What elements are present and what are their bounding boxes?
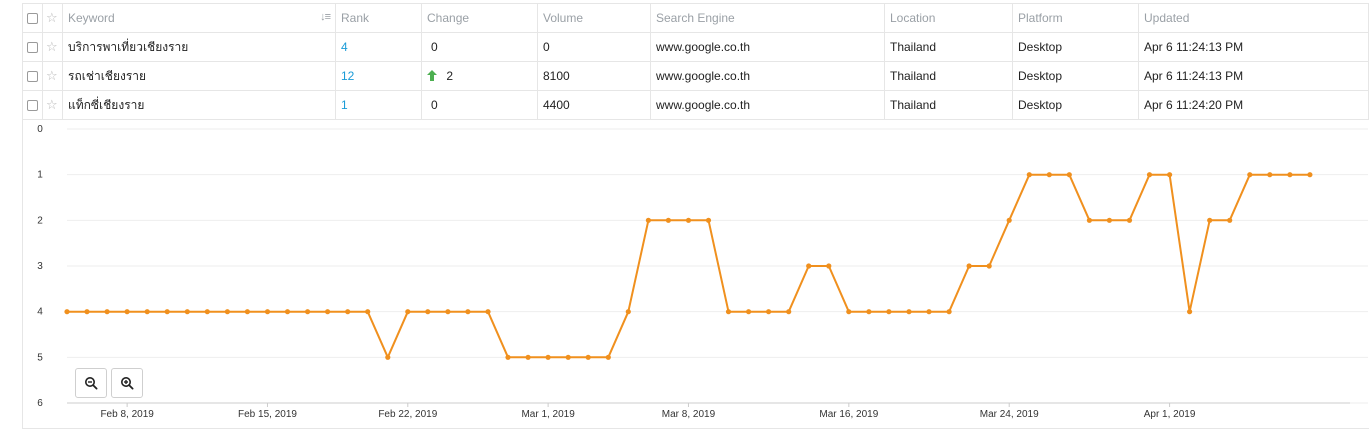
data-point[interactable]: [725, 309, 732, 315]
rank-tracker-view: ☆ Keyword ↓≡ Rank Change Volume Search E…: [0, 0, 1369, 430]
data-point[interactable]: [305, 309, 311, 315]
x-tick-label: Mar 1, 2019: [521, 409, 575, 420]
data-point[interactable]: [425, 309, 431, 315]
x-tick-label: Feb 22, 2019: [378, 409, 437, 420]
data-point[interactable]: [625, 309, 631, 315]
data-point[interactable]: [786, 309, 792, 315]
data-point[interactable]: [665, 217, 672, 223]
data-point[interactable]: [1187, 309, 1193, 315]
data-point[interactable]: [926, 309, 932, 315]
data-point[interactable]: [685, 217, 692, 223]
data-point[interactable]: [986, 263, 992, 269]
data-point[interactable]: [104, 309, 110, 315]
data-point[interactable]: [946, 309, 952, 315]
zoom-in-icon: [121, 377, 134, 390]
zoom-out-button[interactable]: [75, 368, 107, 398]
x-tick-label: Mar 16, 2019: [819, 409, 878, 420]
y-tick-label: 2: [37, 215, 43, 226]
data-point[interactable]: [1207, 217, 1213, 223]
data-point[interactable]: [204, 309, 210, 315]
y-tick-label: 3: [37, 261, 43, 272]
data-point[interactable]: [1167, 172, 1173, 178]
y-tick-label: 1: [37, 170, 43, 181]
y-axis-ticks: 0 1 2 3 4 5 6: [37, 124, 43, 409]
data-point[interactable]: [866, 309, 872, 315]
data-point[interactable]: [405, 309, 411, 315]
data-point[interactable]: [605, 354, 611, 360]
data-point[interactable]: [64, 309, 70, 315]
data-point[interactable]: [325, 309, 331, 315]
data-point[interactable]: [84, 309, 90, 315]
data-point[interactable]: [244, 309, 250, 315]
x-tick-label: Mar 8, 2019: [662, 409, 716, 420]
data-point[interactable]: [1247, 172, 1253, 178]
data-point[interactable]: [485, 309, 491, 315]
data-point[interactable]: [585, 354, 591, 360]
data-point[interactable]: [1026, 172, 1032, 178]
data-point[interactable]: [345, 309, 351, 315]
data-point[interactable]: [826, 263, 832, 269]
data-point[interactable]: [1006, 217, 1012, 223]
data-point[interactable]: [1086, 217, 1092, 223]
x-axis-ticks: Feb 8, 2019 Feb 15, 2019 Feb 22, 2019 Mar 1…: [100, 403, 1196, 420]
data-point[interactable]: [1126, 217, 1133, 223]
data-point[interactable]: [144, 309, 150, 315]
data-point[interactable]: [966, 263, 972, 269]
rank-history-chart[interactable]: 0 1 2 3 4 5 6 Feb 8, 2019 Feb 15, 2019 Feb 22, 2…: [0, 0, 1369, 430]
data-point[interactable]: [1046, 172, 1052, 178]
data-point[interactable]: [1146, 172, 1153, 178]
data-point[interactable]: [1307, 172, 1313, 178]
data-point[interactable]: [264, 309, 271, 315]
data-point[interactable]: [766, 309, 772, 315]
data-point[interactable]: [846, 309, 852, 315]
data-point[interactable]: [906, 309, 912, 315]
y-tick-label: 5: [37, 352, 43, 363]
data-point[interactable]: [705, 217, 712, 223]
data-point[interactable]: [746, 309, 752, 315]
data-point[interactable]: [465, 309, 471, 315]
data-point[interactable]: [164, 309, 170, 315]
data-point[interactable]: [1267, 172, 1273, 178]
data-point[interactable]: [1287, 172, 1293, 178]
data-point[interactable]: [806, 263, 812, 269]
data-point[interactable]: [545, 354, 551, 360]
data-point[interactable]: [184, 309, 190, 315]
data-point[interactable]: [1106, 217, 1112, 223]
data-point[interactable]: [284, 309, 291, 315]
data-point[interactable]: [385, 354, 391, 360]
data-point[interactable]: [365, 309, 371, 315]
x-tick-label: Mar 24, 2019: [980, 409, 1039, 420]
data-point[interactable]: [505, 354, 511, 360]
data-point[interactable]: [224, 309, 230, 315]
x-tick-label: Apr 1, 2019: [1144, 409, 1196, 420]
data-point[interactable]: [565, 354, 571, 360]
data-point[interactable]: [886, 309, 892, 315]
data-point[interactable]: [1066, 172, 1072, 178]
x-tick-label: Feb 8, 2019: [100, 409, 154, 420]
y-tick-label: 6: [37, 398, 43, 409]
data-point[interactable]: [1227, 217, 1233, 223]
data-point[interactable]: [645, 217, 652, 223]
data-point[interactable]: [445, 309, 451, 315]
zoom-in-button[interactable]: [111, 368, 143, 398]
y-tick-label: 4: [37, 307, 43, 318]
data-point[interactable]: [124, 309, 130, 315]
y-tick-label: 0: [37, 124, 43, 135]
data-point[interactable]: [525, 354, 531, 360]
x-tick-label: Feb 15, 2019: [238, 409, 297, 420]
zoom-out-icon: [85, 377, 98, 390]
